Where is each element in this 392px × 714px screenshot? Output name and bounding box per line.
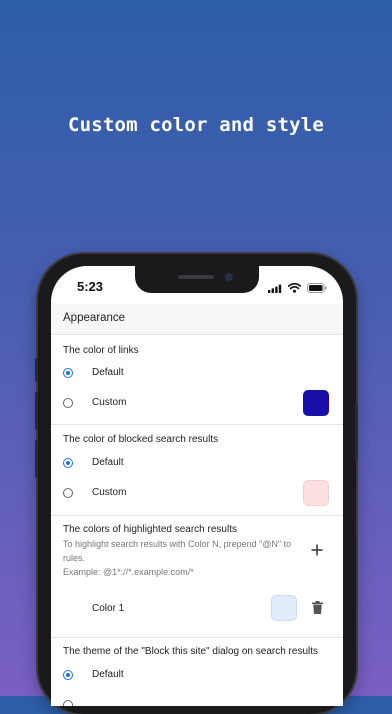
radio-blocked-custom[interactable] <box>63 488 73 498</box>
highlight-color-swatch[interactable] <box>271 595 297 621</box>
section-link-color: The color of links Default Custom <box>51 335 343 425</box>
trash-icon[interactable] <box>312 601 323 614</box>
phone-power-button <box>355 404 358 460</box>
phone-volume-down-button <box>35 440 38 478</box>
option-label[interactable]: Custom <box>92 397 126 408</box>
section-highlight-colors: The colors of highlighted search results… <box>51 516 343 638</box>
option-label[interactable]: Custom <box>92 487 126 498</box>
section-title: The theme of the "Block this site" dialo… <box>63 646 319 657</box>
appbar: Appearance <box>51 304 343 335</box>
signal-icon <box>268 280 282 298</box>
radio-link-custom[interactable] <box>63 398 73 408</box>
headline: Custom color and style <box>67 114 325 136</box>
phone-screen: 5:23 Appearance The color of links Defau… <box>51 266 343 706</box>
radio-link-default[interactable] <box>63 368 73 378</box>
option-label[interactable]: Default <box>92 457 124 468</box>
notch <box>135 266 259 293</box>
radio-theme-default[interactable] <box>63 670 73 680</box>
highlight-color-label: Color 1 <box>92 603 125 614</box>
radio-blocked-default[interactable] <box>63 458 73 468</box>
section-title: The colors of highlighted search results <box>63 524 237 535</box>
section-blocked-color: The color of blocked search results Defa… <box>51 425 343 516</box>
option-label[interactable]: Default <box>92 669 124 680</box>
status-time: 5:23 <box>77 279 104 294</box>
page-title: Appearance <box>63 312 126 324</box>
speaker-grille <box>178 275 214 279</box>
phone-volume-up-button <box>35 392 38 430</box>
link-color-swatch[interactable] <box>303 390 329 416</box>
phone-side-button <box>35 358 38 382</box>
section-example: Example: @1*://*.example.com/* <box>63 567 194 577</box>
status-icons <box>268 280 327 298</box>
camera-icon <box>225 273 233 281</box>
wifi-icon <box>287 280 302 298</box>
battery-icon <box>307 280 327 298</box>
radio-theme-next[interactable] <box>63 700 73 706</box>
option-label[interactable]: Default <box>92 367 124 378</box>
blocked-color-swatch[interactable] <box>303 480 329 506</box>
section-title: The color of blocked search results <box>63 434 219 445</box>
section-description: To highlight search results with Color N… <box>63 539 292 563</box>
section-title: The color of links <box>63 345 139 356</box>
plus-icon[interactable] <box>311 543 323 556</box>
